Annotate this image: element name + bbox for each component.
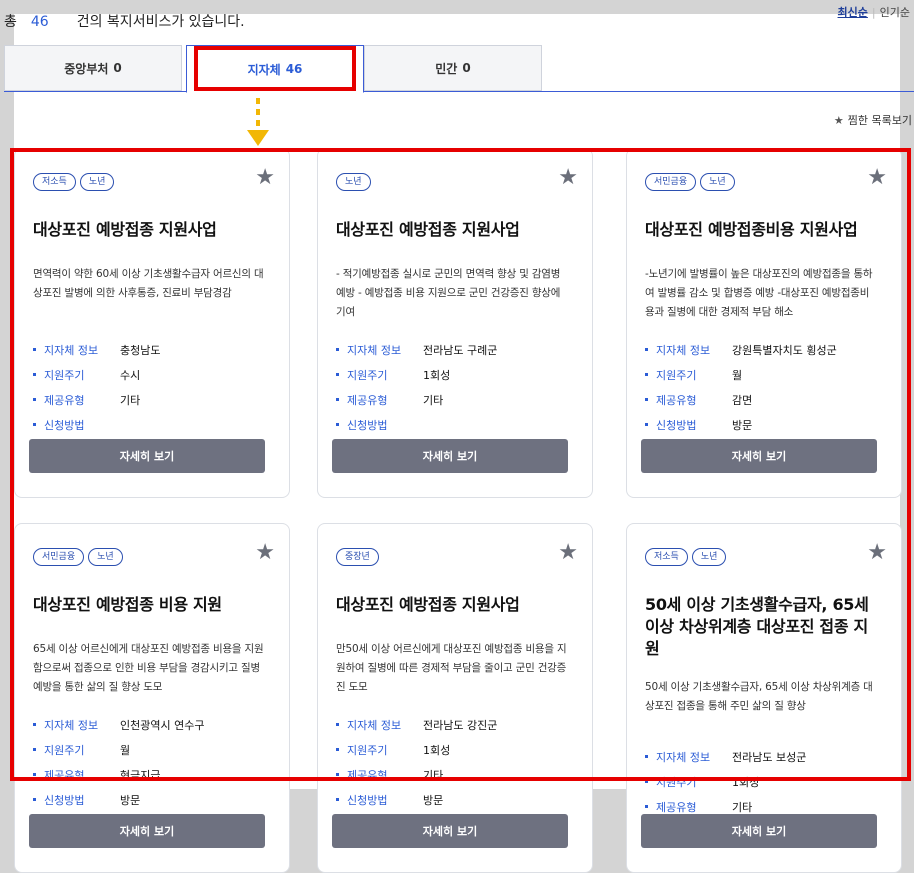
category-tabs: 중앙부처 0 지자체 46 민간 0: [4, 45, 914, 93]
result-count: 46: [30, 14, 49, 30]
view-detail-button[interactable]: 자세히 보기: [332, 814, 568, 848]
info-value: 기타: [732, 800, 753, 814]
bullet-icon: [645, 805, 648, 808]
info-apply: 신청방법 방문: [33, 787, 265, 812]
view-detail-button[interactable]: 자세히 보기: [29, 814, 265, 848]
info-apply: 신청방법 방문: [336, 787, 568, 812]
tabs-baseline: [4, 91, 914, 92]
sort-options: 최신순 | 인기순: [838, 4, 910, 20]
favorites-link[interactable]: ★ 찜한 목록보기: [834, 112, 912, 128]
view-detail-button[interactable]: 자세히 보기: [641, 814, 877, 848]
info-label: 신청방법: [44, 793, 85, 807]
result-count-text: 총 46 건의 복지서비스가 있습니다.: [4, 11, 245, 31]
tab-label: 민간: [435, 61, 458, 76]
card-grid-highlight-box: [10, 148, 911, 781]
bullet-icon: [33, 798, 36, 801]
favorites-label: 찜한 목록보기: [847, 114, 912, 127]
tab-central[interactable]: 중앙부처 0: [4, 45, 182, 91]
sort-latest-link[interactable]: 최신순: [838, 6, 868, 19]
result-suffix: 건의 복지서비스가 있습니다.: [76, 14, 245, 30]
tab-highlight-box: [194, 46, 356, 91]
sort-popular-link[interactable]: 인기순: [880, 6, 910, 19]
bullet-icon: [336, 798, 339, 801]
info-label: 신청방법: [347, 793, 388, 807]
star-icon: ★: [833, 114, 844, 127]
info-value: 방문: [120, 793, 141, 807]
info-value: 방문: [423, 793, 444, 807]
results-header: 총 46 건의 복지서비스가 있습니다. 최신순 | 인기순: [0, 0, 914, 40]
down-arrow-icon: [247, 98, 269, 146]
info-label: 제공유형: [656, 800, 697, 814]
sort-separator: |: [871, 6, 876, 19]
tab-count: 0: [113, 61, 122, 75]
result-prefix: 총: [4, 14, 17, 30]
tab-private[interactable]: 민간 0: [364, 45, 542, 91]
tab-label: 중앙부처: [64, 61, 109, 76]
tab-count: 0: [462, 61, 471, 75]
